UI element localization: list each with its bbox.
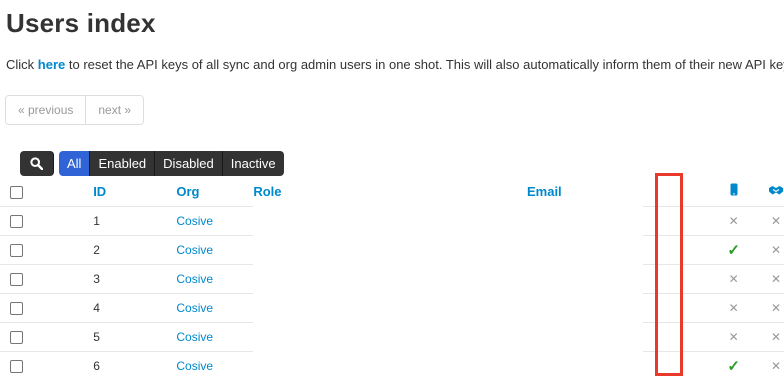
row-handshake-cross-icon: ✕ (770, 242, 782, 257)
filter-all-button[interactable]: All (59, 151, 91, 176)
previous-page-button[interactable]: « previous (6, 96, 86, 124)
row-handshake-cross-icon: ✕ (770, 358, 782, 373)
search-button[interactable] (20, 151, 54, 176)
row-id: 4 (93, 292, 177, 322)
row-email (527, 264, 643, 293)
magnifier-icon (30, 157, 43, 170)
row-select-checkbox[interactable] (10, 301, 23, 315)
row-email (527, 351, 643, 380)
row-email (527, 293, 643, 322)
page-title: Users index (6, 8, 156, 38)
pagination: « previous next » (5, 95, 145, 125)
table-row[interactable]: 1 Cosive ✕ ✕ (0, 205, 784, 235)
row-org-link[interactable]: Cosive (176, 214, 213, 228)
row-id: 2 (93, 234, 177, 264)
intro-text: Click here to reset the API keys of all … (6, 57, 784, 72)
row-select-checkbox[interactable] (10, 272, 23, 286)
row-handshake-cross-icon: ✕ (770, 329, 782, 344)
column-header-handshake[interactable] (768, 177, 784, 206)
row-role (253, 206, 527, 235)
column-header-phone[interactable] (699, 177, 768, 206)
phone-icon (730, 183, 738, 196)
row-spacer (642, 292, 700, 322)
row-spacer (642, 350, 700, 380)
table-row[interactable]: 5 Cosive ✕ ✕ (0, 321, 784, 351)
handshake-icon (769, 185, 783, 195)
next-page-button[interactable]: next » (85, 96, 144, 124)
row-id: 1 (93, 205, 177, 235)
row-org-link[interactable]: Cosive (176, 330, 213, 344)
filter-enabled-button[interactable]: Enabled (90, 151, 156, 176)
row-select-checkbox[interactable] (10, 243, 23, 257)
filter-inactive-button[interactable]: Inactive (222, 151, 284, 176)
row-org-link[interactable]: Cosive (176, 272, 213, 286)
row-phone-check-icon: ✓ (727, 357, 740, 375)
row-spacer (642, 234, 700, 264)
filter-bar: All Enabled Disabled Inactive (20, 151, 284, 176)
row-role (253, 351, 527, 380)
row-handshake-cross-icon: ✕ (770, 271, 782, 286)
row-handshake-cross-icon: ✕ (770, 300, 782, 315)
row-email (527, 322, 643, 351)
row-email (527, 206, 643, 235)
table-header-row: ID Org Role Email (0, 177, 784, 206)
row-select-checkbox[interactable] (10, 359, 23, 373)
row-id: 3 (93, 263, 177, 293)
row-spacer (642, 205, 700, 235)
row-spacer (642, 321, 700, 351)
row-id: 5 (93, 321, 177, 351)
row-role (253, 322, 527, 351)
row-select-checkbox[interactable] (10, 330, 23, 344)
table-row[interactable]: 6 Cosive ✓ ✕ (0, 350, 784, 380)
row-phone-cross-icon: ✕ (728, 213, 739, 228)
table-row[interactable]: 4 Cosive ✕ ✕ (0, 292, 784, 322)
row-org-link[interactable]: Cosive (176, 243, 213, 257)
row-role (253, 235, 527, 264)
filter-disabled-button[interactable]: Disabled (155, 151, 223, 176)
row-phone-cross-icon: ✕ (728, 329, 739, 344)
select-all-checkbox[interactable] (10, 185, 23, 199)
intro-text-after: to reset the API keys of all sync and or… (65, 57, 784, 72)
row-handshake-cross-icon: ✕ (770, 213, 782, 228)
row-role (253, 293, 527, 322)
table-row[interactable]: 2 Cosive ✓ ✕ (0, 234, 784, 264)
row-id: 6 (93, 350, 177, 380)
users-table: ID Org Role Email 1 Cosive ✕ ✕ 2 Cosive ✓ ✕ 3 Cos… (0, 177, 784, 380)
row-org-link[interactable]: Cosive (176, 301, 213, 315)
table-row[interactable]: 3 Cosive ✕ ✕ (0, 263, 784, 293)
row-phone-cross-icon: ✕ (728, 300, 739, 315)
intro-text-before: Click (6, 57, 38, 72)
row-email (527, 235, 643, 264)
row-role (253, 264, 527, 293)
row-select-checkbox[interactable] (10, 214, 23, 228)
column-header-org[interactable]: Org (176, 177, 253, 206)
row-org-link[interactable]: Cosive (176, 359, 213, 373)
row-phone-cross-icon: ✕ (728, 271, 739, 286)
column-header-role[interactable]: Role (253, 177, 527, 206)
row-phone-check-icon: ✓ (727, 241, 740, 259)
reset-api-keys-link[interactable]: here (38, 57, 65, 72)
column-header-id[interactable]: ID (93, 177, 176, 206)
row-spacer (642, 263, 700, 293)
column-header-email[interactable]: Email (527, 177, 643, 206)
